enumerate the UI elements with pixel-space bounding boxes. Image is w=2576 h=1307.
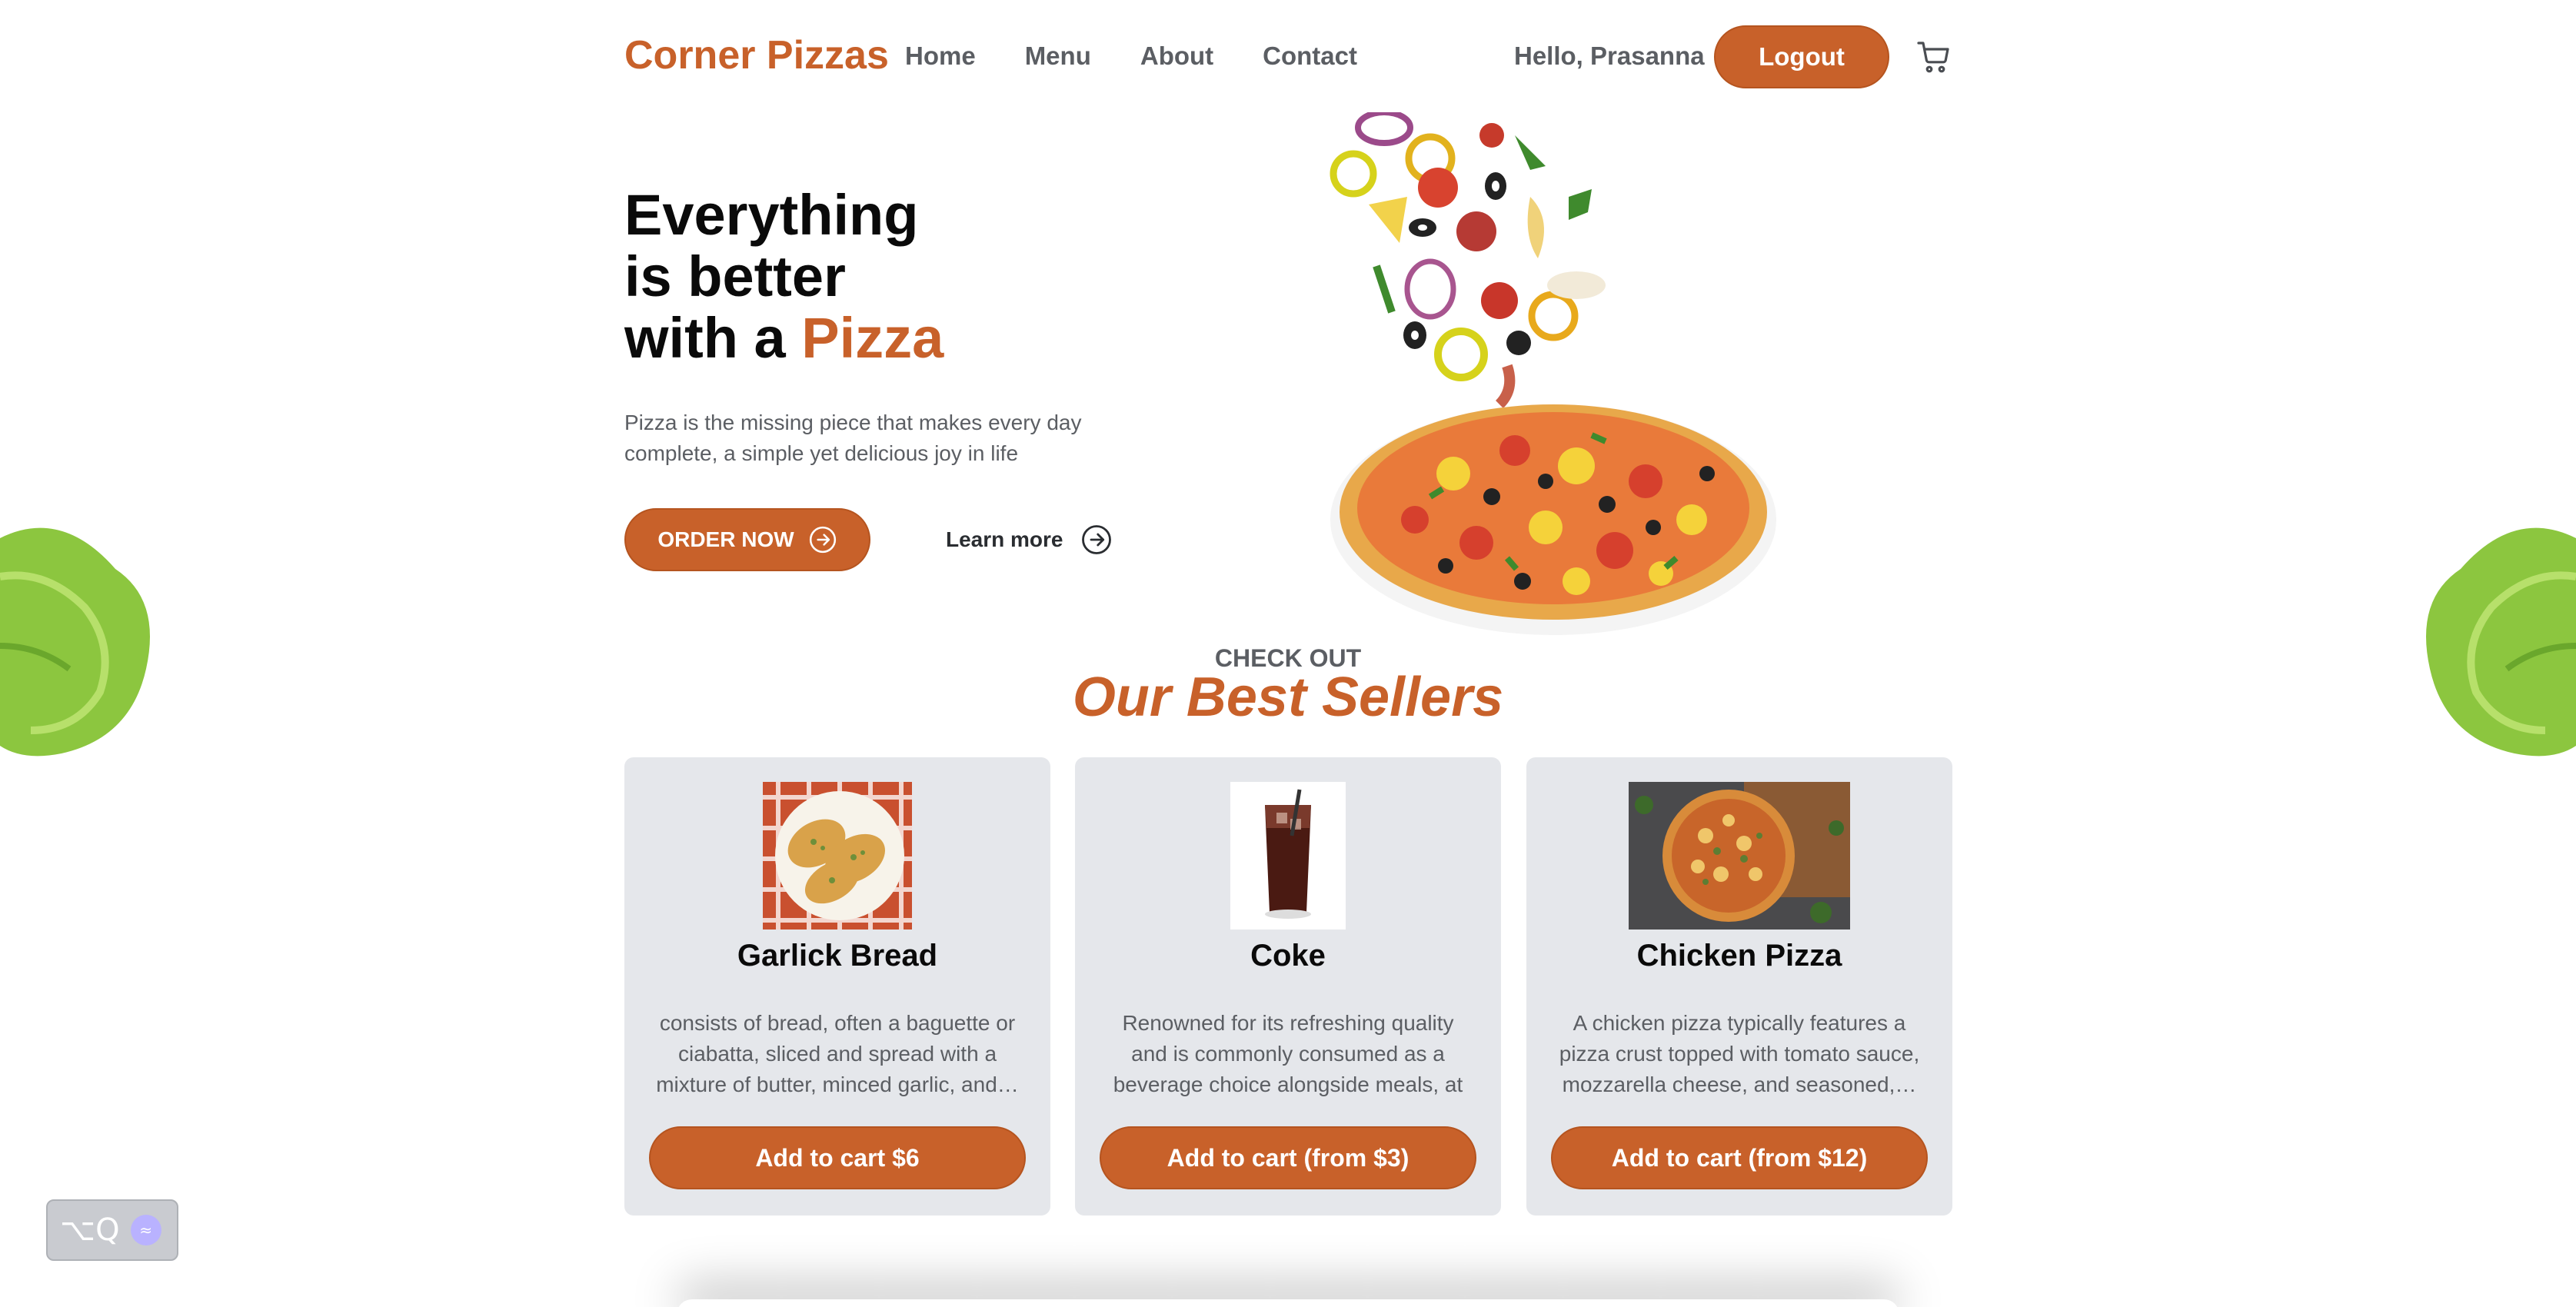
hero-title: Everything is better with a Pizza <box>624 185 944 369</box>
product-card-coke: Coke Renowned for its refreshing quality… <box>1075 757 1501 1216</box>
product-card-chicken-pizza: Chicken Pizza A chicken pizza typically … <box>1526 757 1952 1216</box>
hotkey-widget[interactable]: ⌥Q ≈ <box>46 1199 178 1261</box>
add-to-cart-button[interactable]: Add to cart (from $3) <box>1100 1126 1476 1189</box>
nav-link-contact[interactable]: Contact <box>1263 42 1357 71</box>
arrow-right-circle-icon <box>809 526 836 554</box>
hero-title-prefix: with a <box>624 306 802 370</box>
chicken-pizza-image <box>1629 782 1850 930</box>
arrow-right-circle-icon <box>1081 525 1111 554</box>
nav-link-home[interactable]: Home <box>905 42 976 71</box>
order-now-label: ORDER NOW <box>657 527 794 551</box>
product-card-garlick-bread: Garlick Bread consists of bread, often a… <box>624 757 1050 1216</box>
falling-toppings <box>1330 112 1606 408</box>
best-sellers-title: Our Best Sellers <box>1072 667 1504 728</box>
nav-links: Home Menu About Contact <box>905 42 1357 71</box>
order-now-button[interactable]: ORDER NOW <box>624 508 870 571</box>
add-to-cart-button[interactable]: Add to cart $6 <box>649 1126 1026 1189</box>
product-name: Garlick Bread <box>737 939 938 973</box>
nav-link-about[interactable]: About <box>1140 42 1213 71</box>
garlick-bread-image <box>763 782 912 930</box>
waveform-icon: ≈ <box>130 1215 161 1245</box>
top-navbar: Corner Pizzas Home Menu About Contact He… <box>0 0 2576 114</box>
footer-edge <box>677 1299 1899 1307</box>
hero-title-accent: Pizza <box>801 306 944 370</box>
product-description: consists of bread, often a baguette or c… <box>656 1011 1019 1096</box>
product-description: Renowned for its refreshing quality and … <box>1113 1011 1463 1096</box>
user-greeting: Hello, Prasanna <box>1514 42 1705 70</box>
learn-more-label: Learn more <box>946 527 1063 551</box>
add-to-cart-button[interactable]: Add to cart (from $12) <box>1551 1126 1928 1189</box>
learn-more-link[interactable]: Learn more <box>946 524 1113 556</box>
cart-icon[interactable] <box>1915 38 1953 75</box>
hero-description: Pizza is the missing piece that makes ev… <box>624 411 1082 465</box>
hero-title-line-1: Everything <box>624 183 919 247</box>
site-logo[interactable]: Corner Pizzas <box>624 32 889 78</box>
product-name: Coke <box>1250 939 1326 973</box>
coke-image <box>1230 782 1346 930</box>
hotkey-label: ⌥Q <box>60 1212 120 1248</box>
logout-button[interactable]: Logout <box>1714 25 1889 88</box>
nav-link-menu[interactable]: Menu <box>1025 42 1091 71</box>
product-name: Chicken Pizza <box>1636 939 1842 973</box>
hero-pizza-image <box>1330 112 1776 635</box>
product-description: A chicken pizza typically features a piz… <box>1559 1011 1920 1096</box>
hero-title-line-3: with a Pizza <box>624 308 944 369</box>
hero-title-line-2: is better <box>624 244 846 308</box>
